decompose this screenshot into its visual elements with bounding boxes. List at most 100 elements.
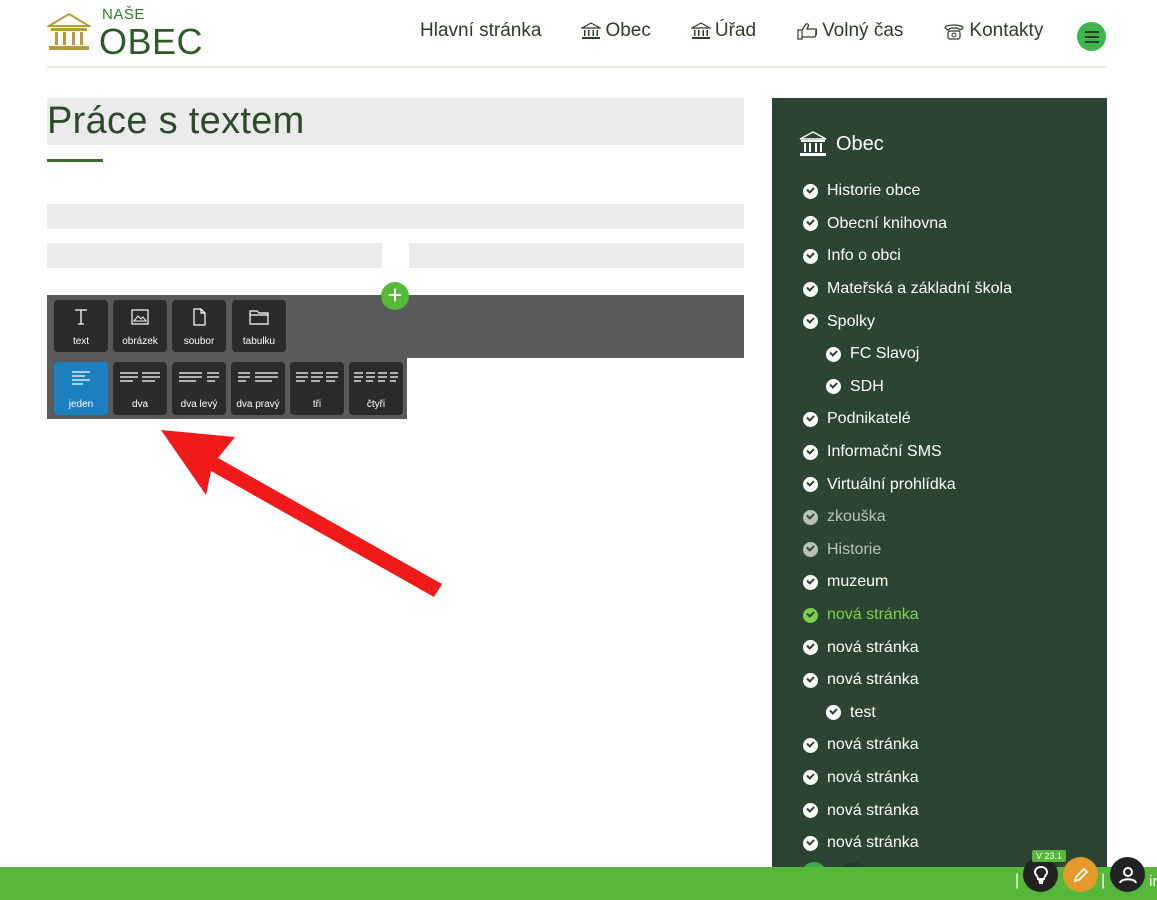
building-icon xyxy=(581,22,602,39)
image-icon xyxy=(131,309,149,325)
sidebar-item[interactable]: nová stránka xyxy=(803,631,1012,664)
content-placeholder-full[interactable] xyxy=(47,204,744,229)
sidebar-item-active[interactable]: nová stránka xyxy=(803,599,1012,632)
sidebar-title: Obec xyxy=(798,130,884,158)
tool-label: text xyxy=(72,336,90,347)
layout-one-button[interactable]: jeden xyxy=(54,362,108,415)
sidebar-item[interactable]: nová stránka xyxy=(803,794,1012,827)
building-icon xyxy=(799,131,827,156)
header-divider xyxy=(47,66,1106,68)
site-header: NAŠE OBEC Hlavní stránka Obec Úřad Volný… xyxy=(0,0,1157,68)
check-circle-icon xyxy=(803,216,818,232)
sidebar-item-label: Spolky xyxy=(827,312,876,330)
sidebar-subitem[interactable]: FC Slavoj xyxy=(803,338,1012,371)
two-left-icon xyxy=(179,372,219,382)
sidebar-item[interactable]: Obecní knihovna xyxy=(803,208,1012,241)
two-columns-icon xyxy=(120,372,160,382)
sidebar-item-label: nová stránka xyxy=(827,768,919,786)
tool-label: tabulku xyxy=(242,336,276,347)
sidebar-item-label: Virtuální prohlídka xyxy=(827,475,956,493)
four-columns-icon xyxy=(354,372,398,382)
add-block-button[interactable]: + xyxy=(381,282,409,310)
sidebar-item-label: nová stránka xyxy=(827,638,919,656)
sidebar-item[interactable]: Info o obci xyxy=(803,240,1012,273)
nav-item-label: Kontakty xyxy=(969,20,1044,41)
phone-icon xyxy=(944,24,964,40)
sidebar-item[interactable]: muzeum xyxy=(803,566,1012,599)
sidebar-item[interactable]: Historie obce xyxy=(803,175,1012,208)
sidebar-list: Historie obce Obecní knihovna Info o obc… xyxy=(803,175,1012,859)
lightbulb-button[interactable] xyxy=(1023,857,1058,892)
thumbs-up-icon xyxy=(797,23,818,40)
edit-button[interactable] xyxy=(1063,857,1098,892)
sidebar-item-label: Podnikatelé xyxy=(827,410,911,428)
folder-icon xyxy=(249,310,269,325)
layout-four-button[interactable]: čtyři xyxy=(349,362,403,415)
sidebar-item[interactable]: zkouška xyxy=(803,501,1012,534)
insert-file-button[interactable]: soubor xyxy=(172,300,226,352)
sidebar-item-label: FC Slavoj xyxy=(850,345,920,363)
sidebar-item[interactable]: Informační SMS xyxy=(803,436,1012,469)
sidebar-item-label: Historie xyxy=(827,540,882,558)
check-circle-icon xyxy=(803,444,818,460)
tool-label: tři xyxy=(312,399,322,410)
two-right-icon xyxy=(238,372,278,382)
nav-item-label: Volný čas xyxy=(822,20,904,41)
sidebar-item[interactable]: Virtuální prohlídka xyxy=(803,468,1012,501)
insert-text-button[interactable]: text xyxy=(54,300,108,352)
check-circle-icon xyxy=(803,477,818,493)
building-icon xyxy=(47,12,91,50)
layout-two-button[interactable]: dva xyxy=(113,362,167,415)
sidebar-item[interactable]: nová stránka xyxy=(803,664,1012,697)
sidebar-item-label: Historie obce xyxy=(827,182,921,200)
footer-bar xyxy=(0,867,1157,900)
sidebar-item[interactable]: Mateřská a základní škola xyxy=(803,273,1012,306)
insert-table-button[interactable]: tabulku xyxy=(232,300,286,352)
check-circle-icon xyxy=(826,346,841,362)
user-button[interactable] xyxy=(1110,857,1145,892)
main-navigation: Hlavní stránka Obec Úřad Volný čas Konta… xyxy=(420,20,1083,42)
lightbulb-icon xyxy=(1033,865,1048,884)
layout-two-right-button[interactable]: dva pravý xyxy=(231,362,285,415)
tool-label: dva levý xyxy=(180,399,218,410)
sidebar-menu: Obec Historie obce Obecní knihovna Info … xyxy=(772,98,1107,900)
content-placeholder-left[interactable] xyxy=(47,243,382,268)
sidebar-item[interactable]: nová stránka xyxy=(803,762,1012,795)
sidebar-subitem[interactable]: test xyxy=(803,697,1012,730)
check-circle-icon xyxy=(803,835,818,851)
pencil-icon xyxy=(1073,867,1088,882)
nav-item-kontakty[interactable]: Kontakty xyxy=(943,20,1043,42)
sidebar-item[interactable]: nová stránka xyxy=(803,827,1012,860)
sidebar-item-label: nová stránka xyxy=(827,606,919,624)
nav-item-home[interactable]: Hlavní stránka xyxy=(420,20,541,42)
check-circle-icon xyxy=(803,607,818,623)
hamburger-menu-button[interactable] xyxy=(1077,22,1106,51)
insert-image-button[interactable]: obrázek xyxy=(113,300,167,352)
layout-two-left-button[interactable]: dva levý xyxy=(172,362,226,415)
sidebar-item-label: Obecní knihovna xyxy=(827,214,948,232)
sidebar-item[interactable]: Podnikatelé xyxy=(803,403,1012,436)
file-icon xyxy=(193,308,206,326)
sidebar-title-label: Obec xyxy=(836,132,884,155)
tool-label: jeden xyxy=(68,399,94,410)
nav-item-urad[interactable]: Úřad xyxy=(690,20,756,42)
content-placeholder-right[interactable] xyxy=(409,243,744,268)
sidebar-item[interactable]: Historie xyxy=(803,534,1012,567)
sidebar-item-label: Informační SMS xyxy=(827,443,942,461)
sidebar-item-label: zkouška xyxy=(827,508,886,526)
sidebar-item-label: nová stránka xyxy=(827,834,919,852)
check-circle-icon xyxy=(826,705,841,721)
title-underline xyxy=(47,159,103,162)
check-circle-icon xyxy=(826,379,841,395)
check-circle-icon xyxy=(803,737,818,753)
nav-item-obec[interactable]: Obec xyxy=(581,20,651,42)
page-title[interactable]: Práce s textem xyxy=(47,99,305,143)
sidebar-item[interactable]: nová stránka xyxy=(803,729,1012,762)
footer-truncated-text: ir xyxy=(1149,873,1157,890)
sidebar-item[interactable]: Spolky xyxy=(803,305,1012,338)
check-circle-icon xyxy=(803,509,818,525)
tool-label: dva pravý xyxy=(236,399,280,410)
sidebar-subitem[interactable]: SDH xyxy=(803,371,1012,404)
nav-item-volny-cas[interactable]: Volný čas xyxy=(796,20,903,42)
layout-three-button[interactable]: tři xyxy=(290,362,344,415)
